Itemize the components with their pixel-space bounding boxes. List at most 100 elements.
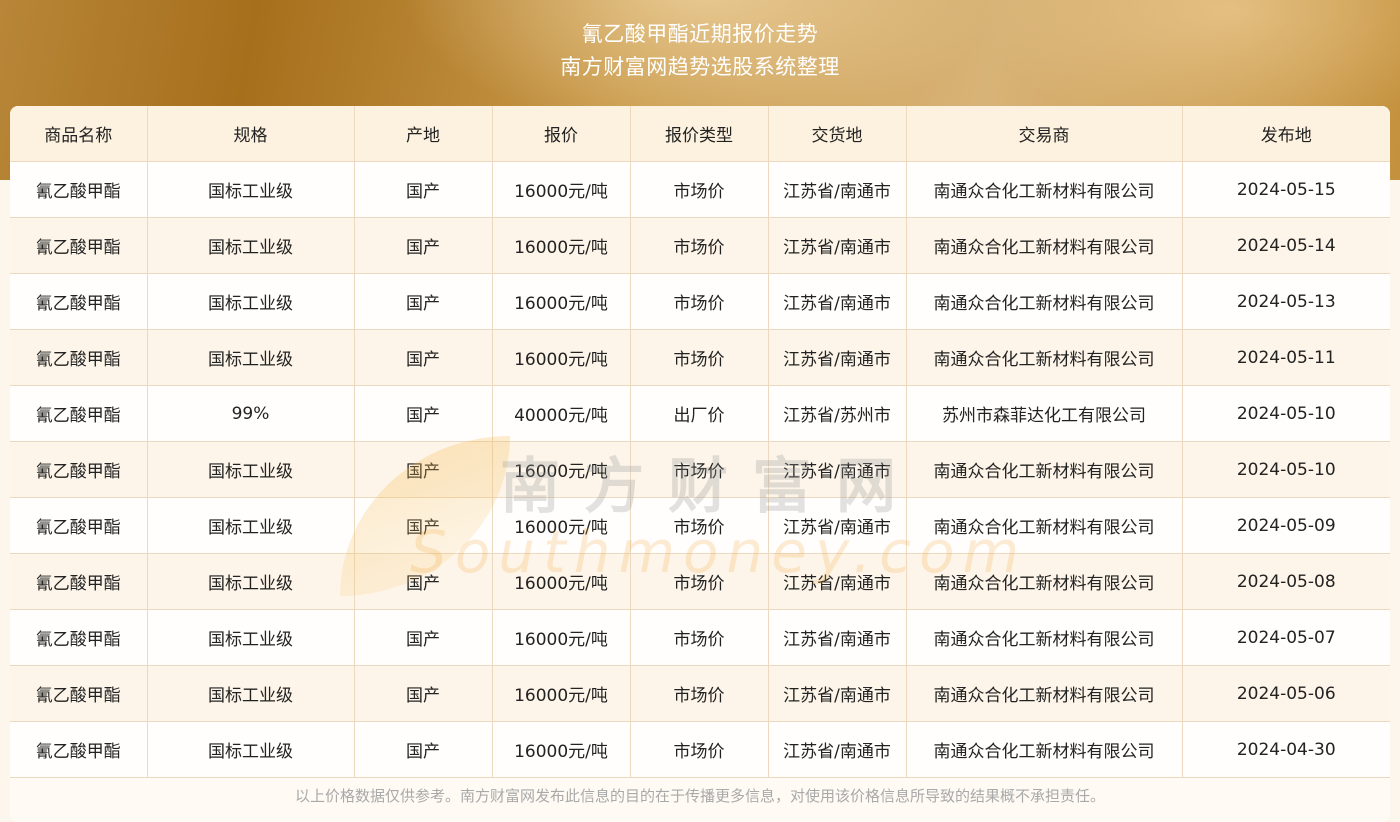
- cell-trader: 南通众合化工新材料有限公司: [906, 721, 1183, 778]
- cell-date: 2024-05-08: [1182, 553, 1390, 610]
- cell-price: 16000元/吨: [492, 329, 631, 386]
- column-header-product: 商品名称: [10, 106, 148, 162]
- disclaimer: 以上价格数据仅供参考。南方财富网发布此信息的目的在于传播更多信息，对使用该价格信…: [294, 787, 1105, 805]
- cell-price-type: 市场价: [630, 721, 769, 778]
- cell-delivery: 江苏省/南通市: [768, 217, 907, 274]
- cell-price: 16000元/吨: [492, 721, 631, 778]
- cell-price: 16000元/吨: [492, 217, 631, 274]
- cell-spec: 国标工业级: [147, 497, 355, 554]
- cell-spec: 国标工业级: [147, 609, 355, 666]
- table-row: 氰乙酸甲酯 国标工业级 国产 16000元/吨 市场价 江苏省/南通市 南通众合化工新材料有…: [10, 497, 1390, 554]
- cell-date: 2024-05-13: [1182, 273, 1390, 330]
- cell-trader: 南通众合化工新材料有限公司: [906, 329, 1183, 386]
- table-row: 氰乙酸甲酯 国标工业级 国产 16000元/吨 市场价 江苏省/南通市 南通众合化工新材料有…: [10, 665, 1390, 722]
- cell-date: 2024-05-10: [1182, 385, 1390, 442]
- table-row: 氰乙酸甲酯 国标工业级 国产 16000元/吨 市场价 江苏省/南通市 南通众合化工新材料有…: [10, 441, 1390, 498]
- cell-spec: 国标工业级: [147, 441, 355, 498]
- cell-product: 氰乙酸甲酯: [10, 609, 148, 666]
- cell-price-type: 市场价: [630, 329, 769, 386]
- cell-product: 氰乙酸甲酯: [10, 553, 148, 610]
- cell-price: 16000元/吨: [492, 497, 631, 554]
- cell-price-type: 市场价: [630, 217, 769, 274]
- table-row: 氰乙酸甲酯 国标工业级 国产 16000元/吨 市场价 江苏省/南通市 南通众合化工新材料有…: [10, 609, 1390, 666]
- cell-origin: 国产: [354, 385, 493, 442]
- cell-trader: 苏州市森菲达化工有限公司: [906, 385, 1183, 442]
- cell-delivery: 江苏省/南通市: [768, 161, 907, 218]
- cell-trader: 南通众合化工新材料有限公司: [906, 609, 1183, 666]
- cell-date: 2024-05-09: [1182, 497, 1390, 554]
- cell-price-type: 市场价: [630, 665, 769, 722]
- cell-delivery: 江苏省/南通市: [768, 273, 907, 330]
- cell-origin: 国产: [354, 553, 493, 610]
- table-row: 氰乙酸甲酯 99% 国产 40000元/吨 出厂价 江苏省/苏州市 苏州市森菲达化工有限公司…: [10, 385, 1390, 442]
- cell-origin: 国产: [354, 329, 493, 386]
- cell-trader: 南通众合化工新材料有限公司: [906, 273, 1183, 330]
- column-header-date: 发布地: [1182, 106, 1390, 162]
- cell-origin: 国产: [354, 609, 493, 666]
- cell-trader: 南通众合化工新材料有限公司: [906, 665, 1183, 722]
- table-body: 氰乙酸甲酯 国标工业级 国产 16000元/吨 市场价 江苏省/南通市 南通众合化工新材料有…: [10, 161, 1390, 778]
- cell-delivery: 江苏省/南通市: [768, 329, 907, 386]
- cell-spec: 国标工业级: [147, 329, 355, 386]
- column-header-spec: 规格: [147, 106, 355, 162]
- cell-price-type: 市场价: [630, 497, 769, 554]
- cell-price: 40000元/吨: [492, 385, 631, 442]
- price-table-card: 商品名称 规格 产地 报价 报价类型 交货地 交易商 发布地 氰乙酸甲酯 国标工业…: [10, 106, 1390, 822]
- cell-date: 2024-04-30: [1182, 721, 1390, 778]
- cell-product: 氰乙酸甲酯: [10, 385, 148, 442]
- table-row: 氰乙酸甲酯 国标工业级 国产 16000元/吨 市场价 江苏省/南通市 南通众合化工新材料有…: [10, 553, 1390, 610]
- table-header-row: 商品名称 规格 产地 报价 报价类型 交货地 交易商 发布地: [10, 106, 1390, 162]
- cell-price-type: 市场价: [630, 441, 769, 498]
- table-row: 氰乙酸甲酯 国标工业级 国产 16000元/吨 市场价 江苏省/南通市 南通众合化工新材料有…: [10, 721, 1390, 778]
- cell-origin: 国产: [354, 497, 493, 554]
- cell-origin: 国产: [354, 217, 493, 274]
- cell-origin: 国产: [354, 273, 493, 330]
- cell-price: 16000元/吨: [492, 665, 631, 722]
- cell-date: 2024-05-06: [1182, 665, 1390, 722]
- cell-spec: 国标工业级: [147, 665, 355, 722]
- cell-date: 2024-05-15: [1182, 161, 1390, 218]
- cell-product: 氰乙酸甲酯: [10, 665, 148, 722]
- cell-product: 氰乙酸甲酯: [10, 441, 148, 498]
- cell-price: 16000元/吨: [492, 553, 631, 610]
- cell-product: 氰乙酸甲酯: [10, 329, 148, 386]
- cell-trader: 南通众合化工新材料有限公司: [906, 217, 1183, 274]
- cell-price-type: 出厂价: [630, 385, 769, 442]
- cell-trader: 南通众合化工新材料有限公司: [906, 497, 1183, 554]
- cell-origin: 国产: [354, 161, 493, 218]
- column-header-price: 报价: [492, 106, 631, 162]
- page-title: 氰乙酸甲酯近期报价走势: [581, 22, 819, 46]
- cell-delivery: 江苏省/苏州市: [768, 385, 907, 442]
- cell-origin: 国产: [354, 721, 493, 778]
- cell-price-type: 市场价: [630, 273, 769, 330]
- cell-trader: 南通众合化工新材料有限公司: [906, 161, 1183, 218]
- cell-spec: 99%: [147, 385, 355, 442]
- table-row: 氰乙酸甲酯 国标工业级 国产 16000元/吨 市场价 江苏省/南通市 南通众合化工新材料有…: [10, 329, 1390, 386]
- cell-price: 16000元/吨: [492, 441, 631, 498]
- table-row: 氰乙酸甲酯 国标工业级 国产 16000元/吨 市场价 江苏省/南通市 南通众合化工新材料有…: [10, 273, 1390, 330]
- cell-delivery: 江苏省/南通市: [768, 441, 907, 498]
- table-row: 氰乙酸甲酯 国标工业级 国产 16000元/吨 市场价 江苏省/南通市 南通众合化工新材料有…: [10, 217, 1390, 274]
- column-header-delivery: 交货地: [768, 106, 907, 162]
- cell-origin: 国产: [354, 441, 493, 498]
- cell-price-type: 市场价: [630, 161, 769, 218]
- cell-spec: 国标工业级: [147, 273, 355, 330]
- cell-delivery: 江苏省/南通市: [768, 721, 907, 778]
- cell-origin: 国产: [354, 665, 493, 722]
- cell-delivery: 江苏省/南通市: [768, 553, 907, 610]
- cell-product: 氰乙酸甲酯: [10, 497, 148, 554]
- cell-spec: 国标工业级: [147, 721, 355, 778]
- cell-spec: 国标工业级: [147, 217, 355, 274]
- cell-price: 16000元/吨: [492, 609, 631, 666]
- column-header-origin: 产地: [354, 106, 493, 162]
- page-subtitle: 南方财富网趋势选股系统整理: [560, 55, 840, 79]
- cell-product: 氰乙酸甲酯: [10, 217, 148, 274]
- cell-delivery: 江苏省/南通市: [768, 609, 907, 666]
- cell-date: 2024-05-07: [1182, 609, 1390, 666]
- cell-price: 16000元/吨: [492, 273, 631, 330]
- cell-delivery: 江苏省/南通市: [768, 665, 907, 722]
- price-table: 商品名称 规格 产地 报价 报价类型 交货地 交易商 发布地 氰乙酸甲酯 国标工业…: [10, 106, 1390, 778]
- cell-delivery: 江苏省/南通市: [768, 497, 907, 554]
- cell-trader: 南通众合化工新材料有限公司: [906, 441, 1183, 498]
- page-header: 氰乙酸甲酯近期报价走势 南方财富网趋势选股系统整理: [0, 18, 1400, 84]
